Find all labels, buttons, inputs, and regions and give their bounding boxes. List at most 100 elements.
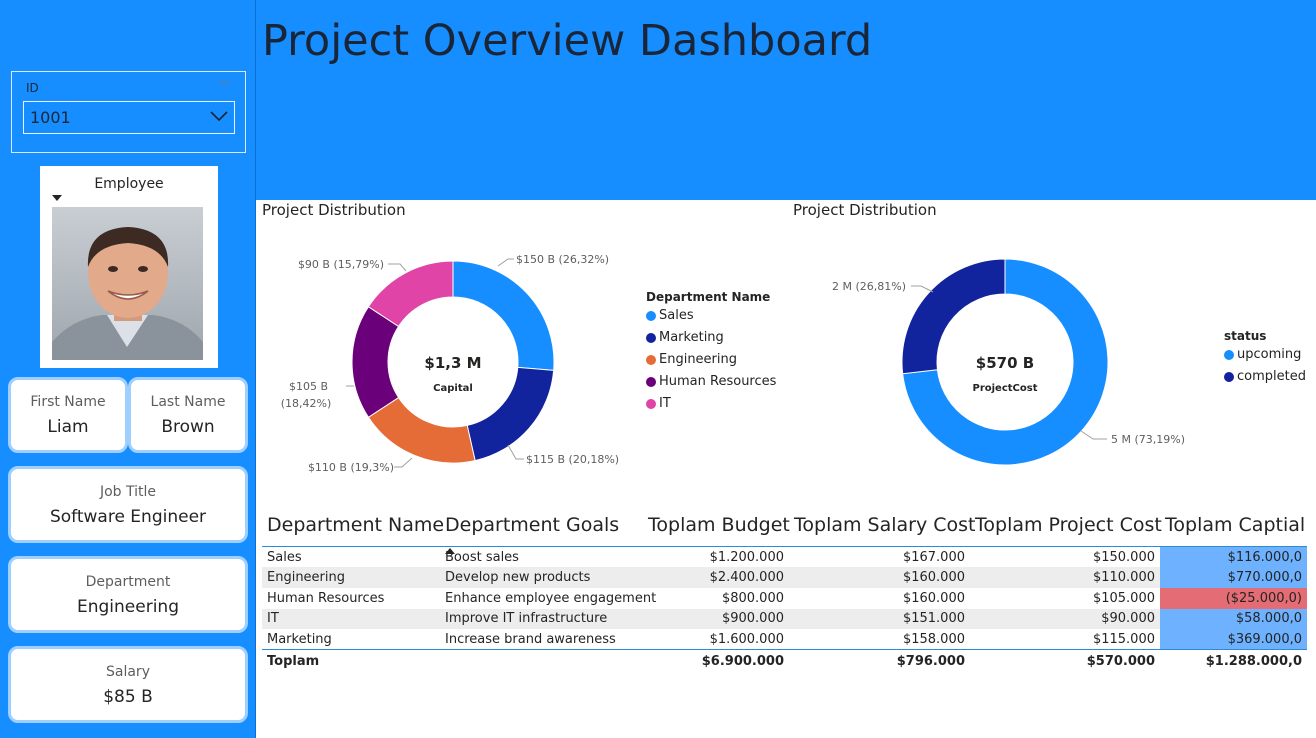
cell-department-goals: Develop new products [440, 567, 643, 588]
salary-label: Salary [106, 664, 150, 680]
slice-leader-line [507, 444, 524, 460]
department-card: Department Engineering [8, 556, 248, 633]
cell-department-name: Marketing [267, 631, 332, 647]
slicer-collapse-icon[interactable] [219, 79, 231, 87]
cell-capital: $58.000,0 [1160, 608, 1307, 630]
legend-item[interactable]: Human Resources [646, 374, 776, 389]
status-legend: status upcoming completed [1224, 329, 1306, 391]
department-value: Engineering [77, 597, 179, 617]
cell-budget: $1.200.000 [709, 549, 784, 565]
id-dropdown-value: 1001 [30, 108, 71, 127]
chevron-down-icon [210, 111, 228, 122]
slice-leader-line [394, 457, 413, 468]
cell-department-name: Engineering [262, 567, 440, 588]
slice-leader-line [1080, 430, 1107, 440]
total-project-cost: $570.000 [970, 649, 1160, 672]
cell-department-goals: Boost sales [445, 549, 519, 565]
slice-data-label: (18,42%) [281, 397, 332, 410]
total-capital: $1.288.000,0 [1160, 649, 1307, 672]
cell-capital: $770.000,0 [1160, 567, 1307, 588]
legend-item-label: Marketing [659, 330, 724, 345]
salary-card: Salary $85 B [8, 646, 248, 723]
slice-data-label: $105 B [289, 380, 328, 393]
cell-department-name: Sales [267, 549, 302, 565]
cell-salary-cost: $167.000 [902, 549, 965, 565]
slice-data-label: $115 B (20,18%) [526, 453, 619, 466]
id-slicer-label: ID [26, 81, 39, 95]
cell-capital: $369.000,0 [1160, 629, 1307, 650]
last-name-value: Brown [161, 417, 215, 437]
capital-donut-chart: $150 B (26,32%) $115 B (20,18%) $110 B (19… [281, 253, 619, 474]
slice-data-label: $150 B (26,32%) [516, 253, 609, 266]
legend-dot-icon [646, 332, 656, 343]
salary-value: $85 B [103, 687, 153, 707]
cell-salary-cost: $158.000 [902, 631, 965, 647]
legend-item[interactable]: IT [646, 396, 776, 411]
page-title: Project Overview Dashboard [262, 16, 873, 66]
col-header-budget[interactable]: Toplam Budget [643, 512, 790, 547]
id-slicer: ID 1001 [11, 71, 246, 153]
cell-department-name: Human Resources [267, 590, 385, 606]
cell-capital: $116.000,0 [1160, 546, 1307, 568]
employee-photo-card: Employee [40, 166, 218, 368]
chart1-title: Project Distribution [262, 201, 406, 219]
donut-slice[interactable] [466, 366, 555, 462]
legend-item[interactable]: upcoming [1224, 347, 1306, 362]
cell-department-name: IT [262, 608, 440, 630]
donut-center-label: ProjectCost [973, 383, 1038, 394]
donut-center-label: Capital [433, 383, 473, 394]
legend-item-label: IT [659, 396, 671, 411]
slice-data-label: 2 M (26,81%) [832, 280, 906, 293]
cell-project-cost: $90.000 [970, 608, 1160, 630]
cell-department-goals: Increase brand awareness [445, 631, 616, 647]
legend-item[interactable]: Sales [646, 308, 776, 323]
legend-dot-icon [1224, 371, 1234, 382]
table-row[interactable]: IT Improve IT infrastructure $900.000 $151.… [262, 608, 1307, 630]
donut-slice[interactable] [351, 306, 400, 418]
col-header-department-goals[interactable]: Department Goals [440, 512, 643, 554]
col-header-department-name[interactable]: Department Name [262, 512, 444, 547]
col-header-project-cost[interactable]: Toplam Project Cost [970, 512, 1162, 547]
cell-salary-cost: $151.000 [789, 608, 970, 630]
legend-item[interactable]: Marketing [646, 330, 776, 345]
first-name-value: Liam [47, 417, 89, 437]
col-header-salary-cost[interactable]: Toplam Salary Cost [789, 512, 976, 547]
legend-item[interactable]: completed [1224, 369, 1306, 384]
id-dropdown[interactable]: 1001 [23, 101, 235, 134]
job-title-value: Software Engineer [49, 507, 207, 527]
col-header-department-goals-label: Department Goals [445, 514, 620, 536]
last-name-label: Last Name [150, 394, 226, 410]
legend-item-label: Sales [659, 308, 694, 323]
cell-budget: $800.000 [721, 590, 784, 606]
donut-center-value: $1,3 M [424, 354, 481, 372]
donut-center-value: $570 B [976, 354, 1034, 372]
cell-budget: $2.400.000 [643, 567, 789, 588]
table-row[interactable]: Sales Boost sales $1.200.000 $167.000 $150.0… [262, 546, 1307, 568]
employee-photo-caption: Employee [94, 176, 164, 192]
sidebar: ID 1001 Employee First Name Liam Last Na… [0, 0, 256, 738]
legend-dot-icon [646, 398, 656, 409]
legend-dot-icon [646, 310, 656, 321]
slice-data-label: $90 B (15,79%) [298, 258, 384, 271]
sort-caret-icon[interactable] [52, 195, 62, 201]
cell-budget: $900.000 [643, 608, 789, 630]
table-row[interactable]: Marketing Increase brand awareness $1.600.… [262, 629, 1307, 650]
total-budget: $6.900.000 [643, 649, 789, 672]
total-salary-cost: $796.000 [789, 649, 970, 672]
project-cost-donut-chart: 5 M (73,19%) 2 M (26,81%) $570 B ProjectCos… [832, 258, 1185, 466]
first-name-label: First Name [30, 394, 106, 410]
legend-item-label: completed [1237, 369, 1306, 384]
legend-item[interactable]: Engineering [646, 352, 776, 367]
cell-budget: $1.600.000 [709, 631, 784, 647]
legend-item-label: Human Resources [659, 374, 777, 389]
table-row[interactable]: Human Resources Enhance employee engageme… [262, 587, 1307, 609]
table-row[interactable]: Engineering Develop new products $2.400.00… [262, 567, 1307, 588]
legend1-title: Department Name [646, 290, 771, 304]
col-header-capital[interactable]: Toplam Captial [1160, 512, 1307, 547]
cell-project-cost: $150.000 [1092, 549, 1155, 565]
slice-leader-line [497, 258, 514, 267]
chart2-title: Project Distribution [793, 201, 937, 219]
legend2-title: status [1224, 329, 1267, 343]
department-legend: Department Name Sales Marketing Engineerin… [646, 290, 776, 418]
cell-project-cost: $115.000 [1092, 631, 1155, 647]
